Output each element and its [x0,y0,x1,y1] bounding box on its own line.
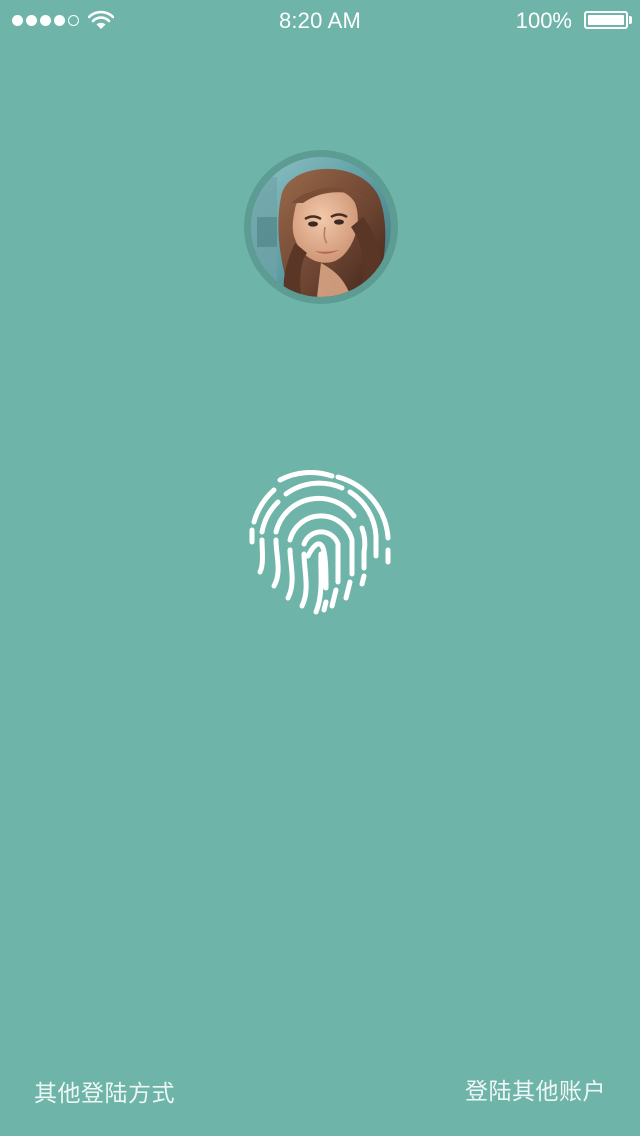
status-bar: 8:20 AM 100% [0,0,640,40]
login-other-account-link[interactable]: 登陆其他账户 [465,1072,606,1106]
user-photo-image [251,157,391,297]
battery-fill [588,15,624,25]
user-photo [251,157,391,297]
fingerprint-icon[interactable] [246,470,394,616]
other-login-methods-link[interactable]: 其他登陆方式 [34,1074,175,1108]
battery-icon [584,11,628,29]
avatar[interactable] [244,150,398,304]
battery-percentage: 100% [515,8,572,33]
lock-screen: 8:20 AM 100% 其他登陆方式 登陆其他账户 [0,0,640,1136]
battery-tip [629,16,632,24]
